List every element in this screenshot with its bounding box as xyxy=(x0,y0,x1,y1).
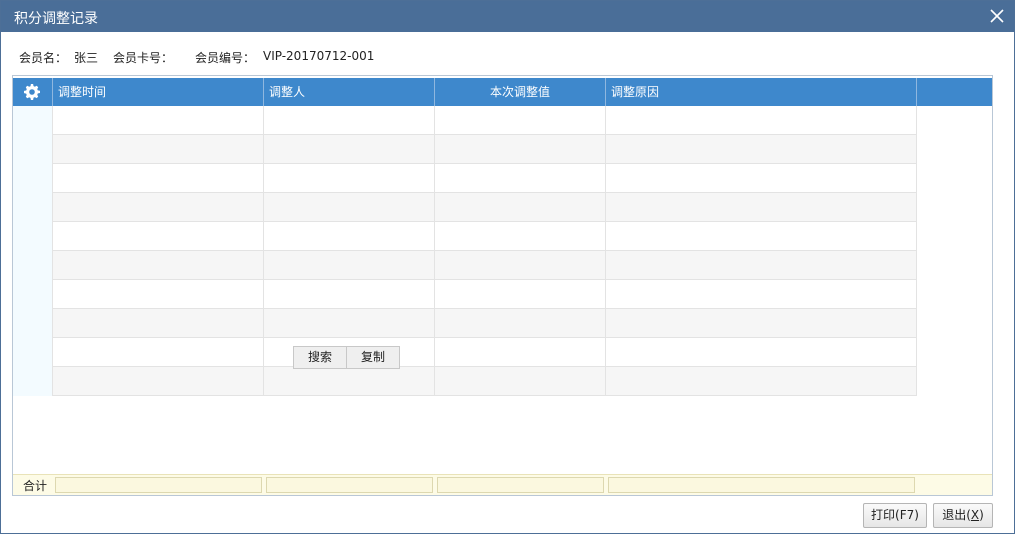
table-row[interactable] xyxy=(13,367,917,396)
table-cell[interactable] xyxy=(264,309,435,338)
table-cell[interactable] xyxy=(606,309,917,338)
row-index-cell[interactable] xyxy=(13,309,53,338)
row-index-cell[interactable] xyxy=(13,367,53,396)
member-card-label: 会员卡号： xyxy=(113,51,174,65)
table-cell[interactable] xyxy=(264,280,435,309)
table-cell[interactable] xyxy=(53,338,264,367)
exit-button-label-suffix: ) xyxy=(979,508,984,522)
table-cell[interactable] xyxy=(435,251,606,280)
table-row[interactable] xyxy=(13,309,917,338)
window-title: 积分调整记录 xyxy=(14,11,98,27)
row-index-cell[interactable] xyxy=(13,222,53,251)
table-cell[interactable] xyxy=(264,251,435,280)
context-menu: 搜索 复制 xyxy=(293,346,401,369)
table-cell[interactable] xyxy=(264,135,435,164)
exit-button[interactable]: 退出(X) xyxy=(933,503,993,528)
row-index-cell[interactable] xyxy=(13,106,53,135)
col-adjuster[interactable]: 调整人 xyxy=(264,78,435,106)
exit-button-label-prefix: 退出( xyxy=(942,508,971,522)
table-cell[interactable] xyxy=(264,222,435,251)
points-grid: 调整时间 调整人 本次调整值 调整原因 搜索 复制 合计 xyxy=(12,75,993,496)
table-cell[interactable] xyxy=(53,106,264,135)
table-row[interactable] xyxy=(13,193,917,222)
table-cell[interactable] xyxy=(435,106,606,135)
print-button-label: 打印(F7) xyxy=(871,508,919,522)
grid-settings-cell[interactable] xyxy=(13,78,53,106)
table-cell[interactable] xyxy=(606,135,917,164)
table-cell[interactable] xyxy=(53,367,264,396)
table-cell[interactable] xyxy=(606,251,917,280)
member-name-label: 会员名： xyxy=(19,51,68,65)
grid-header: 调整时间 调整人 本次调整值 调整原因 xyxy=(13,78,992,106)
sum-cell-adjuster xyxy=(266,477,433,493)
table-row[interactable] xyxy=(13,222,917,251)
print-button[interactable]: 打印(F7) xyxy=(863,503,927,528)
table-cell[interactable] xyxy=(53,280,264,309)
close-icon xyxy=(990,9,1004,23)
table-row[interactable] xyxy=(13,106,917,135)
table-cell[interactable] xyxy=(606,367,917,396)
table-cell[interactable] xyxy=(53,193,264,222)
table-cell[interactable] xyxy=(606,164,917,193)
sum-label: 合计 xyxy=(23,479,48,493)
close-button[interactable] xyxy=(988,7,1006,25)
member-name-value: 张三 xyxy=(74,51,99,65)
table-row[interactable] xyxy=(13,164,917,193)
table-cell[interactable] xyxy=(435,164,606,193)
table-cell[interactable] xyxy=(264,193,435,222)
table-row[interactable] xyxy=(13,280,917,309)
member-code-label: 会员编号： xyxy=(195,51,256,65)
table-cell[interactable] xyxy=(435,367,606,396)
sum-cell-time xyxy=(55,477,262,493)
table-cell[interactable] xyxy=(53,135,264,164)
table-row[interactable] xyxy=(13,338,917,367)
sum-cell-reason xyxy=(608,477,915,493)
table-cell[interactable] xyxy=(435,222,606,251)
table-row[interactable] xyxy=(13,251,917,280)
row-index-cell[interactable] xyxy=(13,193,53,222)
copy-menu-item[interactable]: 复制 xyxy=(346,347,399,368)
table-cell[interactable] xyxy=(53,309,264,338)
gear-icon[interactable] xyxy=(24,84,40,100)
row-index-cell[interactable] xyxy=(13,280,53,309)
table-cell[interactable] xyxy=(606,280,917,309)
table-cell[interactable] xyxy=(606,338,917,367)
summary-row: 合计 xyxy=(13,474,992,495)
row-index-cell[interactable] xyxy=(13,164,53,193)
member-code-value: VIP-20170712-001 xyxy=(263,49,375,63)
table-cell[interactable] xyxy=(606,222,917,251)
table-cell[interactable] xyxy=(435,193,606,222)
search-menu-item[interactable]: 搜索 xyxy=(294,347,346,368)
row-index-cell[interactable] xyxy=(13,338,53,367)
table-cell[interactable] xyxy=(435,338,606,367)
table-row[interactable] xyxy=(13,135,917,164)
row-index-cell[interactable] xyxy=(13,251,53,280)
table-cell[interactable] xyxy=(435,280,606,309)
table-cell[interactable] xyxy=(53,222,264,251)
exit-button-hotkey: X xyxy=(970,508,980,522)
table-cell[interactable] xyxy=(53,164,264,193)
col-adjust-time[interactable]: 调整时间 xyxy=(53,78,264,106)
table-cell[interactable] xyxy=(264,164,435,193)
table-cell[interactable] xyxy=(53,251,264,280)
table-cell[interactable] xyxy=(435,135,606,164)
table-cell[interactable] xyxy=(264,367,435,396)
col-adjust-value[interactable]: 本次调整值 xyxy=(435,78,606,106)
row-index-cell[interactable] xyxy=(13,135,53,164)
title-bar[interactable]: 积分调整记录 xyxy=(1,1,1014,32)
col-adjust-reason[interactable]: 调整原因 xyxy=(606,78,917,106)
table-cell[interactable] xyxy=(606,106,917,135)
sum-cell-value xyxy=(437,477,604,493)
dialog-window: 积分调整记录 会员名： 张三 会员卡号： 会员编号： VIP-20170712-… xyxy=(0,0,1015,534)
table-cell[interactable] xyxy=(435,309,606,338)
table-cell[interactable] xyxy=(606,193,917,222)
table-cell[interactable] xyxy=(264,106,435,135)
